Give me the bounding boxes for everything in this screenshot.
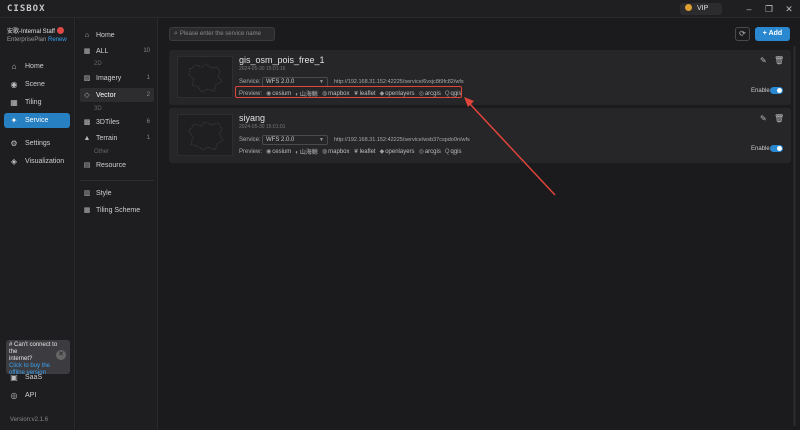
scrollbar[interactable] <box>793 46 796 426</box>
annotation-arrow <box>464 97 556 196</box>
